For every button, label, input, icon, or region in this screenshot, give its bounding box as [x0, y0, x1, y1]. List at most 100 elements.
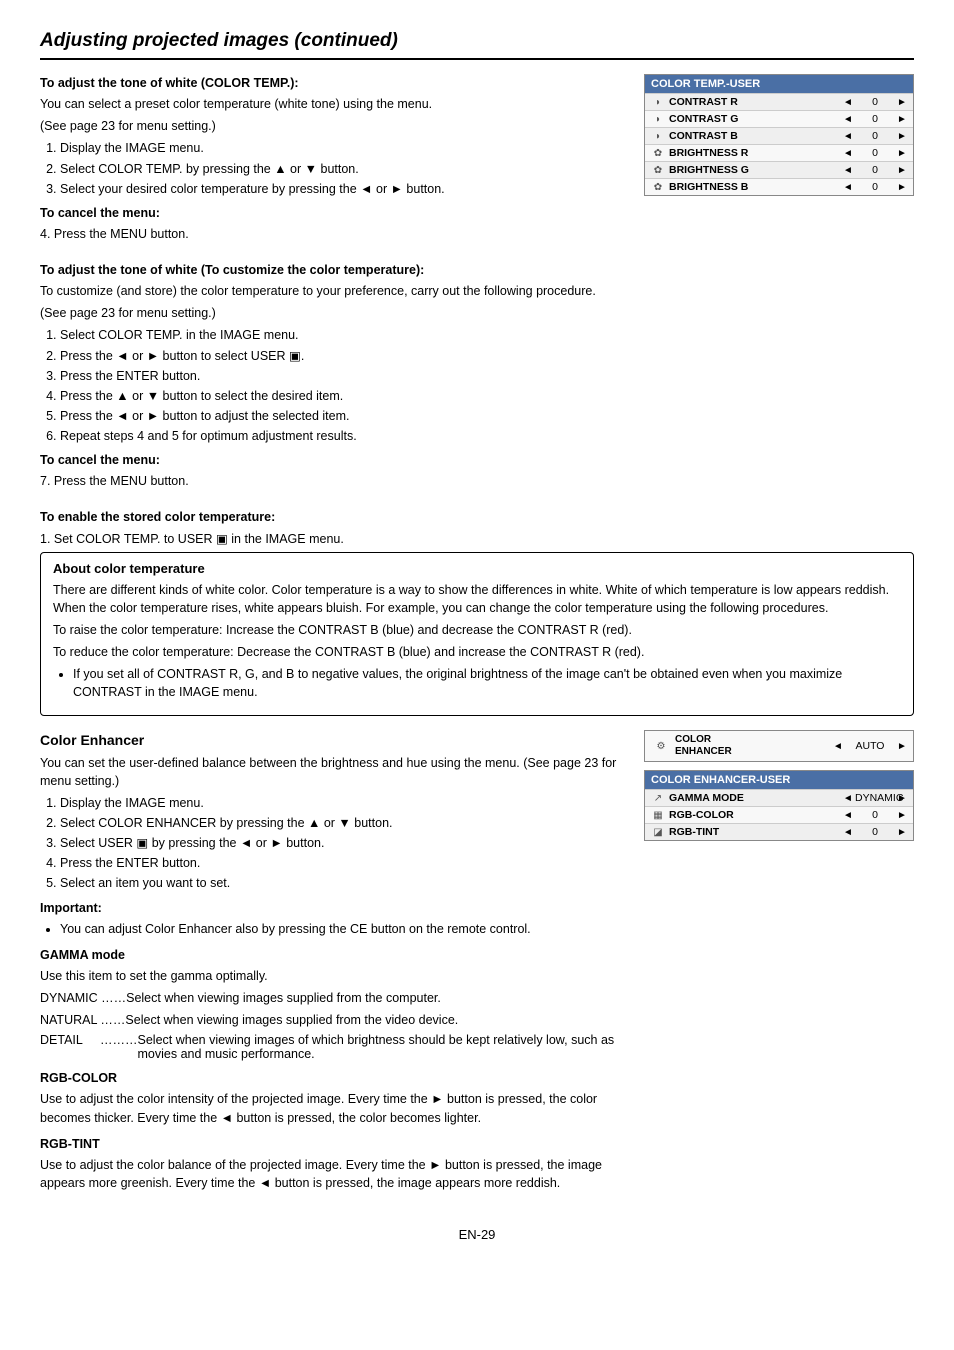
- row-label: BRIGHTNESS G: [667, 164, 841, 176]
- gamma-mode-label: GAMMA mode: [40, 946, 626, 964]
- color-enhancer-value: AUTO: [845, 740, 895, 752]
- row-icon: ◪: [649, 827, 667, 838]
- list-item: Select an item you want to set.: [60, 874, 626, 892]
- color-temp-see-page: (See page 23 for menu setting.): [40, 117, 626, 135]
- arrow-right-icon: ►: [895, 114, 909, 125]
- table-row: ◗ CONTRAST R ◄ 0 ►: [645, 93, 913, 110]
- color-temp-left: To adjust the tone of white (COLOR TEMP.…: [40, 74, 626, 552]
- row-label: GAMMA MODE: [667, 792, 841, 804]
- page-number: EN-29: [40, 1226, 914, 1245]
- row-label: CONTRAST B: [667, 130, 841, 142]
- customize-steps: Select COLOR TEMP. in the IMAGE menu. Pr…: [60, 326, 626, 445]
- row-icon: ✿: [649, 165, 667, 176]
- table-row: ◗ CONTRAST B ◄ 0 ►: [645, 127, 913, 144]
- cancel-heading: To cancel the menu:: [40, 204, 626, 222]
- customize-see-page: (See page 23 for menu setting.): [40, 304, 626, 322]
- color-enhancer-steps: Display the IMAGE menu. Select COLOR ENH…: [60, 794, 626, 893]
- row-label: BRIGHTNESS B: [667, 181, 841, 193]
- list-item: Repeat steps 4 and 5 for optimum adjustm…: [60, 427, 626, 445]
- color-temp-heading: To adjust the tone of white (COLOR TEMP.…: [40, 74, 626, 92]
- important-list: You can adjust Color Enhancer also by pr…: [60, 920, 626, 938]
- list-item: Press the ENTER button.: [60, 367, 626, 385]
- color-enhancer-icon: ⚙: [649, 741, 673, 752]
- row-icon: ◗: [649, 131, 667, 142]
- arrow-left-icon: ◄: [841, 182, 855, 193]
- color-enhancer-label: COLORENHANCER: [673, 734, 831, 758]
- arrow-right-icon: ►: [895, 97, 909, 108]
- row-value: 0: [855, 130, 895, 142]
- list-item: Display the IMAGE menu.: [60, 794, 626, 812]
- color-temp-user-header: COLOR TEMP.-USER: [645, 75, 913, 93]
- arrow-left-icon: ◄: [841, 165, 855, 176]
- list-item: Select COLOR ENHANCER by pressing the ▲ …: [60, 814, 626, 832]
- arrow-left-icon: ◄: [841, 97, 855, 108]
- arrow-right-icon: ►: [895, 827, 909, 838]
- row-icon: ↗: [649, 793, 667, 804]
- color-enhancer-title: Color Enhancer: [40, 730, 626, 750]
- row-value: 0: [855, 96, 895, 108]
- row-label: RGB-COLOR: [667, 809, 841, 821]
- row-icon: ✿: [649, 182, 667, 193]
- color-enhancer-intro: You can set the user-defined balance bet…: [40, 754, 626, 790]
- arrow-left-icon: ◄: [841, 131, 855, 142]
- about-bullets: If you set all of CONTRAST R, G, and B t…: [73, 665, 901, 701]
- cancel2-step: 7. Press the MENU button.: [40, 472, 626, 490]
- row-icon: ✿: [649, 148, 667, 159]
- row-value: 0: [855, 809, 895, 821]
- row-value: DYNAMIC: [855, 792, 895, 804]
- gamma-detail-dots: ………: [100, 1033, 138, 1047]
- color-enhancer-user-table: COLOR ENHANCER-USER ↗ GAMMA MODE ◄ DYNAM…: [644, 770, 914, 841]
- page-title: Adjusting projected images (continued): [40, 30, 914, 60]
- color-temp-user-table: COLOR TEMP.-USER ◗ CONTRAST R ◄ 0 ► ◗ CO…: [644, 74, 914, 196]
- row-label: CONTRAST G: [667, 113, 841, 125]
- list-item: Press the ◄ or ► button to adjust the se…: [60, 407, 626, 425]
- arrow-right-icon: ►: [895, 793, 909, 804]
- gamma-natural: NATURAL ……Select when viewing images sup…: [40, 1011, 626, 1029]
- rgb-color-desc: Use to adjust the color intensity of the…: [40, 1090, 626, 1126]
- gamma-detail-text: Select when viewing images of which brig…: [138, 1033, 627, 1061]
- enable-heading: To enable the stored color temperature:: [40, 508, 626, 526]
- color-enhancer-right: ⚙ COLORENHANCER ◄ AUTO ► COLOR ENHANCER-…: [644, 730, 914, 849]
- important-label: Important:: [40, 899, 626, 917]
- table-row: ▦ RGB-COLOR ◄ 0 ►: [645, 806, 913, 823]
- color-temp-steps: Display the IMAGE menu. Select COLOR TEM…: [60, 139, 626, 197]
- table-row: ◪ RGB-TINT ◄ 0 ►: [645, 823, 913, 840]
- list-item: Press the ◄ or ► button to select USER ▣…: [60, 347, 626, 365]
- arrow-right-icon: ►: [895, 165, 909, 176]
- row-label: BRIGHTNESS R: [667, 147, 841, 159]
- list-item: You can adjust Color Enhancer also by pr…: [60, 920, 626, 938]
- cancel-step: 4. Press the MENU button.: [40, 225, 626, 243]
- color-temp-right: COLOR TEMP.-USER ◗ CONTRAST R ◄ 0 ► ◗ CO…: [644, 74, 914, 204]
- arrow-left-icon: ◄: [841, 114, 855, 125]
- arrow-left-icon: ◄: [831, 741, 845, 752]
- row-icon: ◗: [649, 114, 667, 125]
- enable-step: 1. Set COLOR TEMP. to USER ▣ in the IMAG…: [40, 530, 626, 548]
- customize-heading: To adjust the tone of white (To customiz…: [40, 261, 626, 279]
- table-row: ↗ GAMMA MODE ◄ DYNAMIC ►: [645, 789, 913, 806]
- arrow-right-icon: ►: [895, 741, 909, 752]
- about-para1: There are different kinds of white color…: [53, 581, 901, 617]
- row-value: 0: [855, 181, 895, 193]
- arrow-left-icon: ◄: [841, 148, 855, 159]
- list-item: Select COLOR TEMP. in the IMAGE menu.: [60, 326, 626, 344]
- arrow-left-icon: ◄: [841, 810, 855, 821]
- gamma-detail-row: DETAIL ……… Select when viewing images of…: [40, 1033, 626, 1061]
- gamma-dynamic: DYNAMIC ……Select when viewing images sup…: [40, 989, 626, 1007]
- gamma-detail-label: DETAIL: [40, 1033, 100, 1047]
- table-row: ✿ BRIGHTNESS R ◄ 0 ►: [645, 144, 913, 161]
- gamma-mode-desc: Use this item to set the gamma optimally…: [40, 967, 626, 985]
- rgb-tint-desc: Use to adjust the color balance of the p…: [40, 1156, 626, 1192]
- color-enhancer-section: Color Enhancer You can set the user-defi…: [40, 730, 914, 1196]
- arrow-right-icon: ►: [895, 131, 909, 142]
- about-color-temp-box: About color temperature There are differ…: [40, 552, 914, 717]
- cancel2-heading: To cancel the menu:: [40, 451, 626, 469]
- list-item: Select COLOR TEMP. by pressing the ▲ or …: [60, 160, 626, 178]
- table-row: ✿ BRIGHTNESS G ◄ 0 ►: [645, 161, 913, 178]
- arrow-left-icon: ◄: [841, 793, 855, 804]
- arrow-right-icon: ►: [895, 148, 909, 159]
- color-enhancer-left: Color Enhancer You can set the user-defi…: [40, 730, 626, 1196]
- row-label: CONTRAST R: [667, 96, 841, 108]
- row-value: 0: [855, 164, 895, 176]
- color-temp-section: To adjust the tone of white (COLOR TEMP.…: [40, 74, 914, 552]
- list-item: Display the IMAGE menu.: [60, 139, 626, 157]
